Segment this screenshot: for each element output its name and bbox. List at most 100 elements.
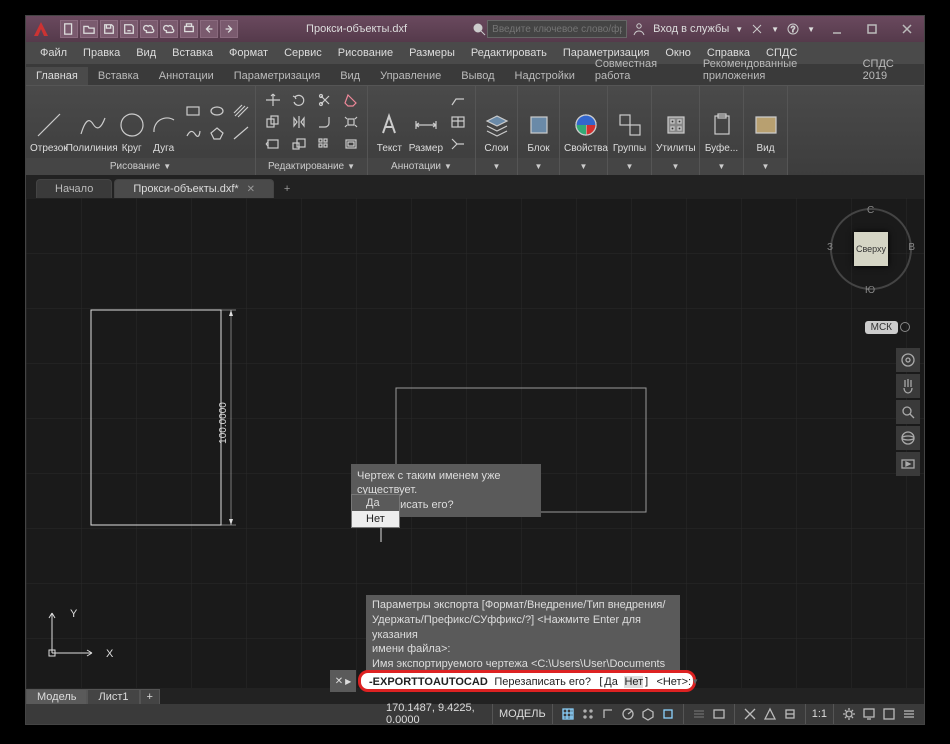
ds-icon[interactable] (781, 705, 799, 723)
dim-tool[interactable]: Размер (407, 88, 445, 156)
polyline-tool[interactable]: Полилиния (68, 88, 116, 156)
menu-dims[interactable]: Размеры (401, 47, 463, 59)
ortho-icon[interactable] (599, 705, 617, 723)
erase-icon[interactable] (340, 90, 362, 110)
scale-icon[interactable] (288, 134, 310, 154)
hatch-icon[interactable] (230, 101, 252, 121)
array-icon[interactable] (314, 134, 336, 154)
save-icon[interactable] (100, 20, 118, 38)
offset-icon[interactable] (340, 134, 362, 154)
tpy-icon[interactable] (710, 705, 728, 723)
leader-icon[interactable] (447, 90, 469, 110)
cloud-save-icon[interactable] (160, 20, 178, 38)
ribbon-tab-collab[interactable]: Совместная работа (585, 55, 693, 85)
buffer-tool[interactable]: Буфе... (704, 88, 739, 156)
zoom-icon[interactable] (896, 400, 920, 424)
search-input[interactable] (487, 20, 627, 38)
saveas-icon[interactable] (120, 20, 138, 38)
lwt-icon[interactable] (690, 705, 708, 723)
spline-icon[interactable] (182, 123, 204, 143)
ellipse-icon[interactable] (206, 101, 228, 121)
menu-file[interactable]: Файл (32, 47, 75, 59)
search-icon[interactable] (471, 21, 487, 37)
layers-tool[interactable]: Слои (480, 88, 513, 156)
snap-icon[interactable] (579, 705, 597, 723)
custom-icon[interactable] (900, 705, 918, 723)
layout-tab-sheet1[interactable]: Лист1 (87, 689, 139, 705)
viewcube-face[interactable]: Сверху (854, 232, 888, 266)
menu-insert[interactable]: Вставка (164, 47, 221, 59)
ribbon-tab-featured[interactable]: Рекомендованные приложения (693, 55, 853, 85)
circle-tool[interactable]: Круг (116, 88, 148, 156)
grid-icon[interactable] (559, 705, 577, 723)
monitor-icon[interactable] (860, 705, 878, 723)
layout-tab-model[interactable]: Модель (26, 689, 87, 705)
mirror-icon[interactable] (288, 112, 310, 132)
ribbon-tab-home[interactable]: Главная (26, 67, 88, 85)
rotate-icon[interactable] (288, 90, 310, 110)
open-icon[interactable] (80, 20, 98, 38)
menu-modify[interactable]: Редактировать (463, 47, 555, 59)
wcs-badge[interactable]: МСК (865, 321, 898, 334)
pan-icon[interactable] (896, 374, 920, 398)
fillet-icon[interactable] (314, 112, 336, 132)
xline-icon[interactable] (230, 123, 252, 143)
ribbon-tab-anno[interactable]: Аннотации (149, 67, 224, 85)
text-tool[interactable]: Текст (372, 88, 407, 156)
viewcube[interactable]: С В Ю З Сверху (830, 208, 912, 290)
polar-icon[interactable] (619, 705, 637, 723)
ribbon-tab-spds[interactable]: СПДС 2019 (853, 55, 924, 85)
option-yes[interactable]: Да (352, 495, 399, 511)
copy-icon[interactable] (262, 112, 284, 132)
cmd-opt-no[interactable]: Нет (624, 676, 643, 688)
drawing-rect-1[interactable] (91, 310, 221, 525)
props-tool[interactable]: Свойства (564, 88, 608, 156)
new-icon[interactable] (60, 20, 78, 38)
undo-icon[interactable] (200, 20, 218, 38)
layout-tab-add[interactable]: + (140, 689, 160, 705)
mleader-icon[interactable] (447, 134, 469, 154)
cloud-open-icon[interactable] (140, 20, 158, 38)
explode-icon[interactable] (340, 112, 362, 132)
ribbon-tab-param[interactable]: Параметризация (224, 67, 330, 85)
sc-icon[interactable] (761, 705, 779, 723)
command-line[interactable]: -EXPORTTOAUTOCAD Перезаписать его? [Да Н… (358, 670, 696, 692)
cmdline-close-button[interactable]: ✕ ▶ (330, 670, 356, 692)
block-tool[interactable]: Блок (522, 88, 555, 156)
redo-icon[interactable] (220, 20, 238, 38)
option-no[interactable]: Нет (352, 511, 399, 527)
scale-readout[interactable]: 1:1 (805, 704, 833, 724)
rect-icon[interactable] (182, 101, 204, 121)
drawing-area[interactable]: 100.0000 Чертеж с таким именем уже сущес… (26, 198, 924, 688)
close-icon[interactable]: ✕ (247, 184, 255, 195)
stretch-icon[interactable] (262, 134, 284, 154)
plot-icon[interactable] (180, 20, 198, 38)
clean-icon[interactable] (880, 705, 898, 723)
arc-tool[interactable]: Дуга (148, 88, 180, 156)
view-tool[interactable]: Вид (748, 88, 783, 156)
cmd-opt-yes[interactable]: Да (604, 676, 618, 688)
trim-icon[interactable] (314, 90, 336, 110)
menu-edit[interactable]: Правка (75, 47, 128, 59)
menu-draw[interactable]: Рисование (330, 47, 401, 59)
signin-link[interactable]: Вход в службы (653, 23, 729, 35)
exchange-icon[interactable] (749, 21, 765, 37)
ribbon-tab-insert[interactable]: Вставка (88, 67, 149, 85)
table-icon[interactable] (447, 112, 469, 132)
qp-icon[interactable] (741, 705, 759, 723)
utils-tool[interactable]: Утилиты (656, 88, 696, 156)
app-logo[interactable] (30, 18, 52, 40)
maximize-button[interactable] (854, 16, 889, 42)
model-badge[interactable]: МОДЕЛЬ (492, 704, 552, 724)
osnap-icon[interactable] (659, 705, 677, 723)
nav-wheel-icon[interactable] (896, 348, 920, 372)
ribbon-tab-manage[interactable]: Управление (370, 67, 451, 85)
line-tool[interactable]: Отрезок (30, 88, 68, 156)
ribbon-tab-output[interactable]: Вывод (451, 67, 504, 85)
file-tab-current[interactable]: Прокси-объекты.dxf*✕ (114, 179, 274, 198)
groups-tool[interactable]: Группы (612, 88, 647, 156)
menu-service[interactable]: Сервис (276, 47, 330, 59)
move-icon[interactable] (262, 90, 284, 110)
user-icon[interactable] (631, 21, 647, 37)
polygon-icon[interactable] (206, 123, 228, 143)
